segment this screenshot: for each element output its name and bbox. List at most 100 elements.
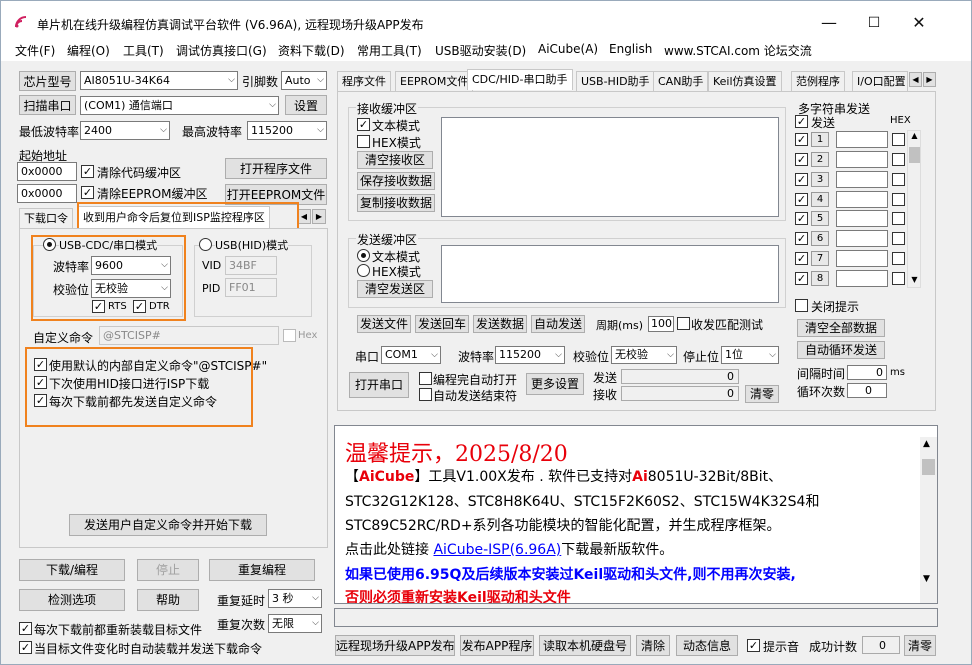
clear-eeprom-checkbox[interactable]: ✓: [81, 186, 94, 199]
auto-loop-send-button[interactable]: 自动循环发送: [797, 341, 885, 359]
reload-target-checkbox[interactable]: ✓: [19, 622, 32, 635]
menu-website[interactable]: www.STCAI.com 论坛交流: [664, 42, 812, 59]
menu-tools[interactable]: 工具(T): [123, 42, 164, 59]
send-data-button[interactable]: 发送数据: [473, 315, 527, 333]
publish-app-button[interactable]: 发布APP程序: [460, 635, 534, 656]
close-button[interactable]: ✕: [905, 11, 933, 35]
notice-scrollbar[interactable]: ▲ ▼: [920, 437, 937, 603]
open-serial-button[interactable]: 打开串口: [349, 372, 409, 398]
row-4-send-button[interactable]: 4: [811, 192, 829, 207]
auto-reload-checkbox[interactable]: ✓: [19, 641, 32, 654]
tab-program-file[interactable]: 程序文件: [337, 71, 391, 91]
hex-checkbox[interactable]: [283, 329, 296, 342]
row-8-input[interactable]: [836, 270, 888, 287]
send-text-mode-radio[interactable]: [357, 249, 370, 262]
max-baud-select[interactable]: 115200 ⌵: [247, 121, 327, 140]
custom-command-input[interactable]: @STCISP#: [99, 326, 279, 345]
row-1-send-button[interactable]: 1: [811, 132, 829, 147]
row-4-hex-checkbox[interactable]: [892, 193, 905, 206]
copy-receive-button[interactable]: 复制接收数据: [357, 194, 435, 212]
auto-open-checkbox[interactable]: [419, 372, 432, 385]
recv-hex-mode-checkbox[interactable]: [357, 135, 370, 148]
remote-upgrade-button[interactable]: 远程现场升级APP发布: [335, 635, 455, 656]
tab-can[interactable]: CAN助手: [653, 71, 709, 91]
aicube-isp-link[interactable]: AiCube-ISP(6.96A): [433, 542, 561, 558]
usb-hid-radio[interactable]: [199, 238, 212, 251]
row-3-checkbox[interactable]: ✓: [795, 173, 808, 186]
maximize-button[interactable]: ☐: [860, 11, 888, 35]
vid-input[interactable]: 34BF: [225, 256, 277, 275]
row-6-send-button[interactable]: 6: [811, 231, 829, 246]
row-5-send-button[interactable]: 5: [811, 211, 829, 226]
scroll-thumb[interactable]: [909, 147, 920, 163]
row-5-checkbox[interactable]: ✓: [795, 212, 808, 225]
reset-count-button[interactable]: 清零: [904, 635, 936, 656]
open-program-file-button[interactable]: 打开程序文件: [225, 158, 327, 179]
repeat-count-select[interactable]: 无限 ⌵: [268, 614, 322, 633]
tab-scroll-right-icon[interactable]: ▶: [312, 209, 326, 224]
menu-file[interactable]: 文件(F): [15, 42, 55, 59]
send-textarea[interactable]: [441, 245, 779, 303]
multi-scrollbar[interactable]: ▲ ▼: [907, 130, 921, 288]
menu-english[interactable]: English: [609, 42, 652, 56]
menu-program[interactable]: 编程(O): [67, 42, 110, 59]
row-4-input[interactable]: [836, 191, 888, 208]
row-8-checkbox[interactable]: ✓: [795, 272, 808, 285]
tab-keil-settings[interactable]: Keil仿真设置: [708, 71, 782, 91]
row-7-send-button[interactable]: 7: [811, 251, 829, 266]
row-6-hex-checkbox[interactable]: [892, 232, 905, 245]
row-8-send-button[interactable]: 8: [811, 271, 829, 286]
auto-close-checkbox[interactable]: [419, 388, 432, 401]
stop-button[interactable]: 停止: [137, 559, 199, 581]
clear-button[interactable]: 清除: [636, 635, 670, 656]
recv-text-mode-checkbox[interactable]: ✓: [357, 118, 370, 131]
tab-examples[interactable]: 范例程序: [791, 71, 845, 91]
pin-count-select[interactable]: Auto ⌵: [281, 71, 327, 90]
row-2-input[interactable]: [836, 151, 888, 168]
eeprom-address-input[interactable]: 0x0000: [17, 184, 77, 203]
clear-code-checkbox[interactable]: ✓: [81, 165, 94, 178]
row-8-hex-checkbox[interactable]: [892, 272, 905, 285]
menu-common-tools[interactable]: 常用工具(T): [357, 42, 422, 59]
serial-port-select[interactable]: COM1 ⌵: [381, 346, 441, 364]
row-2-send-button[interactable]: 2: [811, 152, 829, 167]
interval-input[interactable]: 0: [847, 365, 887, 380]
tabs-scroll-left-icon[interactable]: ◀: [909, 72, 922, 87]
help-button[interactable]: 帮助: [137, 589, 199, 611]
scroll-down-icon[interactable]: ▼: [909, 275, 920, 284]
row-6-input[interactable]: [836, 230, 888, 247]
send-file-button[interactable]: 发送文件: [357, 315, 411, 333]
menu-aicube[interactable]: AiCube(A): [538, 42, 598, 56]
send-custom-command-button[interactable]: 发送用户自定义命令并开始下载: [69, 514, 267, 536]
row-1-checkbox[interactable]: ✓: [795, 133, 808, 146]
scroll-thumb[interactable]: [922, 459, 935, 475]
menu-debug-interface[interactable]: 调试仿真接口(G): [176, 42, 267, 59]
download-program-button[interactable]: 下载/编程: [19, 559, 125, 581]
tab-eeprom-file[interactable]: EEPROM文件: [395, 71, 474, 91]
scroll-down-icon[interactable]: ▼: [923, 574, 930, 584]
close-tip-checkbox[interactable]: [795, 299, 808, 312]
more-settings-button[interactable]: 更多设置: [526, 373, 584, 395]
clear-send-button[interactable]: 清空发送区: [357, 280, 433, 298]
chip-type-select[interactable]: AI8051U-34K64 ⌵: [80, 71, 238, 90]
clear-receive-button[interactable]: 清空接收区: [357, 151, 433, 169]
row-7-input[interactable]: [836, 250, 888, 267]
period-input[interactable]: 100: [648, 316, 674, 332]
row-4-checkbox[interactable]: ✓: [795, 193, 808, 206]
tab-cdc-hid-serial[interactable]: CDC/HID-串口助手: [467, 69, 573, 90]
row-7-checkbox[interactable]: ✓: [795, 252, 808, 265]
scroll-up-icon[interactable]: ▲: [909, 131, 920, 140]
dynamic-info-button[interactable]: 动态信息: [676, 635, 738, 656]
menu-downloads[interactable]: 资料下载(D): [278, 42, 345, 59]
beep-checkbox[interactable]: ✓: [747, 639, 760, 652]
repeat-delay-select[interactable]: 3 秒 ⌵: [268, 589, 322, 608]
clear-all-data-button[interactable]: 清空全部数据: [797, 319, 885, 337]
tab-usb-hid[interactable]: USB-HID助手: [576, 71, 655, 91]
tab-download-password[interactable]: 下载口令: [19, 208, 73, 228]
stop-bits-select[interactable]: 1位 ⌵: [721, 346, 779, 364]
row-5-hex-checkbox[interactable]: [892, 212, 905, 225]
serial-baud-select[interactable]: 115200 ⌵: [495, 346, 565, 364]
tabs-scroll-right-icon[interactable]: ▶: [923, 72, 936, 87]
settings-button[interactable]: 设置: [285, 95, 327, 115]
row-2-checkbox[interactable]: ✓: [795, 153, 808, 166]
